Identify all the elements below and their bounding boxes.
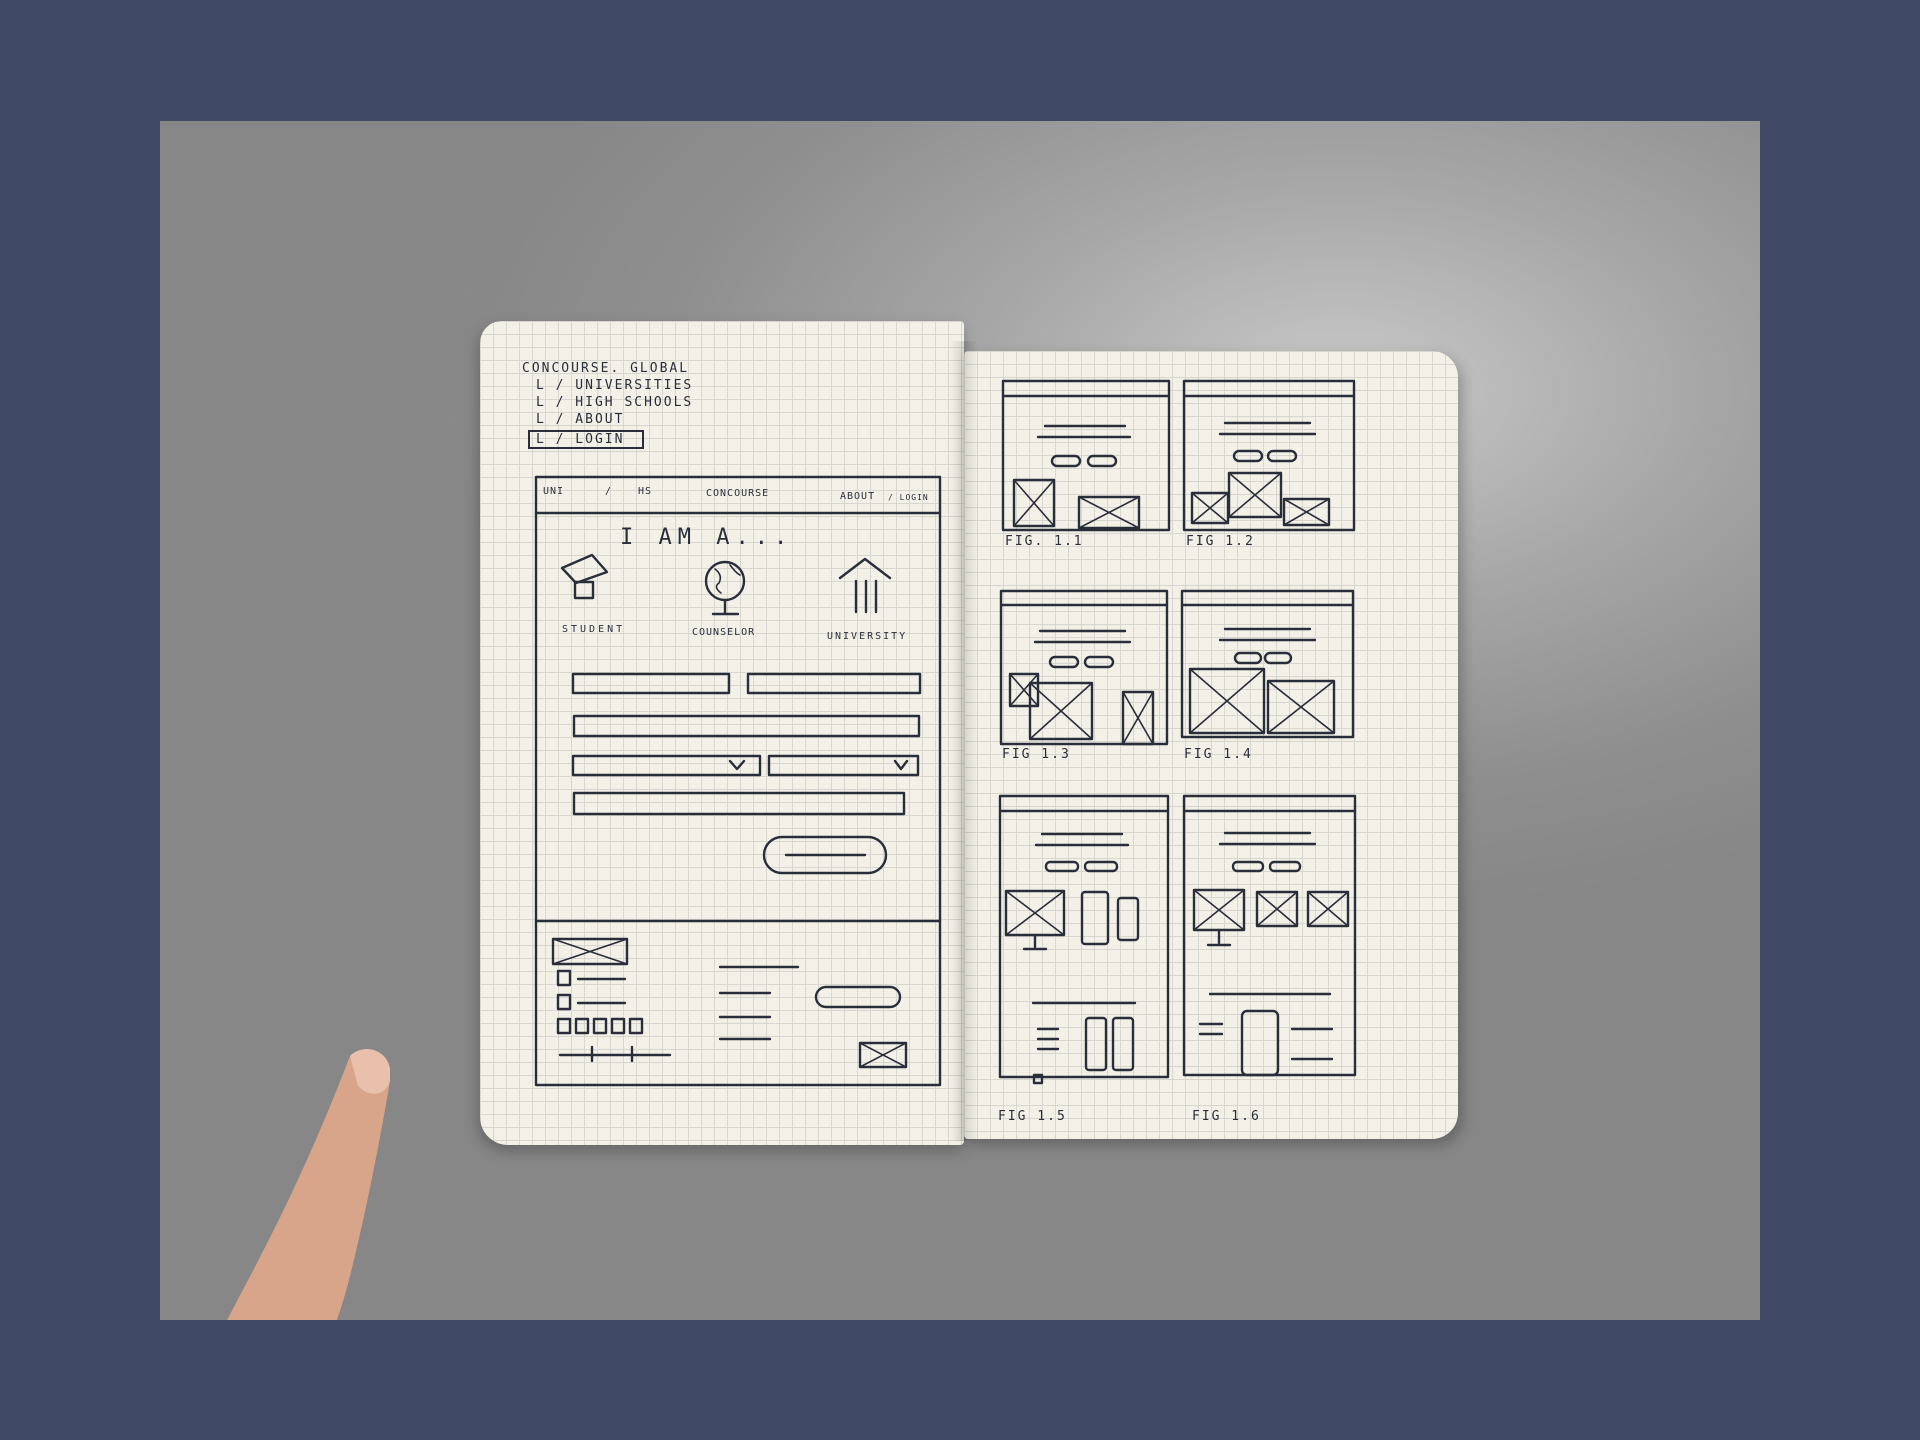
thumbnail-1-5 <box>998 794 1170 1085</box>
figure-caption-1-6: FIG 1.6 <box>1192 1109 1261 1124</box>
thumbnail-wireframes <box>998 379 1357 1085</box>
figure-caption-1-5: FIG 1.5 <box>998 1109 1067 1124</box>
finger <box>227 1049 390 1320</box>
figure-caption-1-4: FIG 1.4 <box>1184 747 1253 762</box>
notebook-photo: CONCOURSE. GLOBAL L / UNIVERSITIES L / H… <box>160 121 1760 1320</box>
thumbnail-1-1 <box>1001 379 1171 532</box>
figure-caption-1-3: FIG 1.3 <box>1002 747 1071 762</box>
figure-caption-1-1: FIG. 1.1 <box>1005 534 1084 549</box>
thumbnail-1-3 <box>999 589 1169 746</box>
figure-caption-1-2: FIG 1.2 <box>1186 534 1255 549</box>
thumbnail-1-4 <box>1180 589 1355 739</box>
thumbnail-1-6 <box>1182 794 1357 1077</box>
thumbnail-1-2 <box>1182 379 1356 532</box>
